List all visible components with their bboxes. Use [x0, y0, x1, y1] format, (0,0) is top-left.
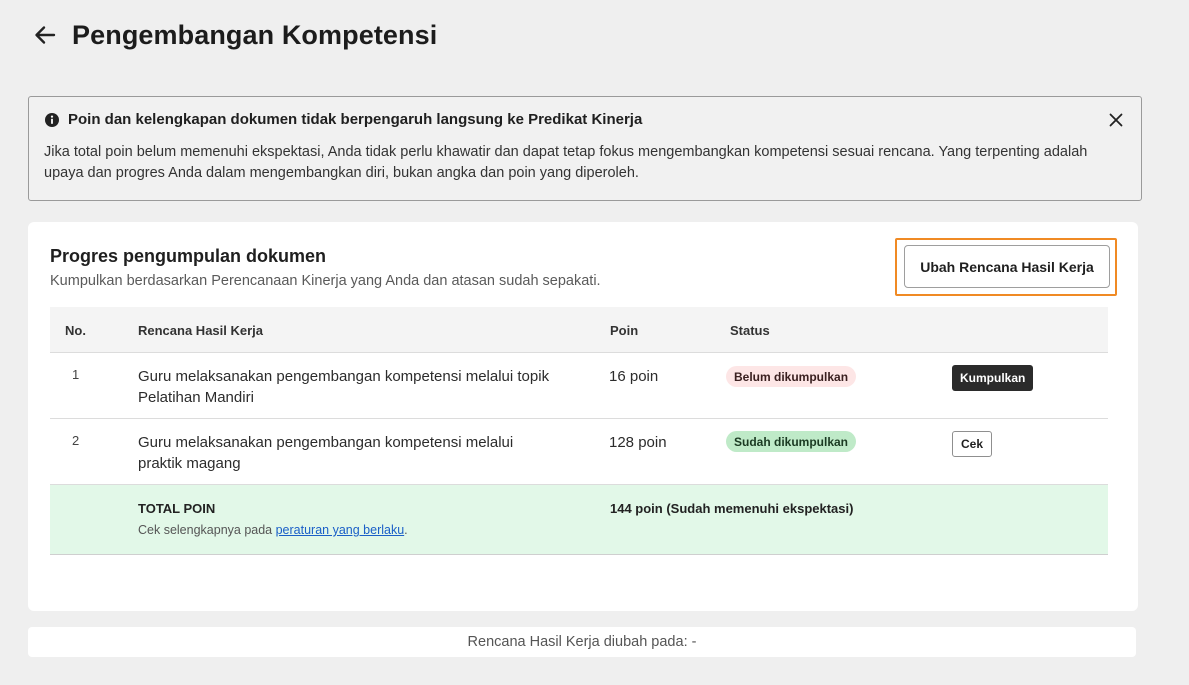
- edit-work-plan-button[interactable]: Ubah Rencana Hasil Kerja: [904, 245, 1110, 288]
- column-header-task: Rencana Hasil Kerja: [138, 323, 264, 338]
- column-header-no: No.: [65, 323, 86, 338]
- submit-button[interactable]: Kumpulkan: [952, 365, 1034, 391]
- page-title: Pengembangan Kompetensi: [72, 19, 438, 50]
- status-badge: Belum dikumpulkan: [726, 366, 857, 387]
- total-note-prefix: Cek selengkapnya pada: [138, 523, 276, 537]
- row-points: 16 poin: [609, 368, 659, 385]
- regulation-link[interactable]: peraturan yang berlaku: [276, 523, 405, 537]
- row-number: 1: [72, 367, 80, 382]
- arrow-left-icon: [35, 26, 56, 44]
- last-modified-bar: Rencana Hasil Kerja diubah pada: -: [28, 627, 1136, 657]
- alert-close-button[interactable]: [1107, 111, 1125, 129]
- close-icon: [1109, 113, 1123, 127]
- page-header: Pengembangan Kompetensi: [32, 18, 437, 52]
- status-badge: Sudah dikumpulkan: [726, 431, 857, 452]
- table-row: 1 Guru melaksanakan pengembangan kompete…: [50, 353, 1108, 419]
- table-row: 2 Guru melaksanakan pengembangan kompete…: [50, 419, 1108, 485]
- back-button[interactable]: [32, 18, 58, 52]
- total-note-suffix: .: [404, 523, 408, 537]
- alert-body: Jika total poin belum memenuhi ekspektas…: [44, 144, 1088, 181]
- total-label: TOTAL POIN: [138, 501, 216, 516]
- alert-header: Poin dan kelengkapan dokumen tidak berpe…: [44, 111, 1126, 128]
- check-button[interactable]: Cek: [952, 431, 993, 457]
- last-modified-text: Rencana Hasil Kerja diubah pada: -: [467, 634, 697, 650]
- total-value: 144 poin (Sudah memenuhi ekspektasi): [610, 501, 854, 516]
- page: Pengembangan Kompetensi Poin dan kelengk…: [0, 0, 1189, 685]
- card-subtitle: Kumpulkan berdasarkan Perencanaan Kinerj…: [50, 273, 601, 289]
- column-header-points: Poin: [610, 323, 639, 338]
- progress-table: No. Rencana Hasil Kerja Poin Status 1 Gu…: [50, 307, 1108, 555]
- total-row: TOTAL POIN Cek selengkapnya pada peratur…: [50, 485, 1108, 555]
- row-points: 128 poin: [609, 434, 667, 451]
- row-number: 2: [72, 433, 80, 448]
- progress-card: Progres pengumpulan dokumen Kumpulkan be…: [28, 222, 1138, 611]
- card-title: Progres pengumpulan dokumen: [50, 246, 327, 266]
- edit-button-highlight: Ubah Rencana Hasil Kerja: [895, 238, 1117, 296]
- table-header: No. Rencana Hasil Kerja Poin Status: [50, 307, 1108, 353]
- row-task: Guru melaksanakan pengembangan kompetens…: [138, 368, 550, 406]
- total-note: Cek selengkapnya pada peraturan yang ber…: [138, 523, 408, 537]
- info-icon: [44, 112, 60, 128]
- column-header-status: Status: [730, 323, 770, 338]
- alert-title: Poin dan kelengkapan dokumen tidak berpe…: [68, 111, 643, 128]
- row-task: Guru melaksanakan pengembangan kompetens…: [138, 434, 514, 472]
- info-alert: Poin dan kelengkapan dokumen tidak berpe…: [28, 96, 1142, 201]
